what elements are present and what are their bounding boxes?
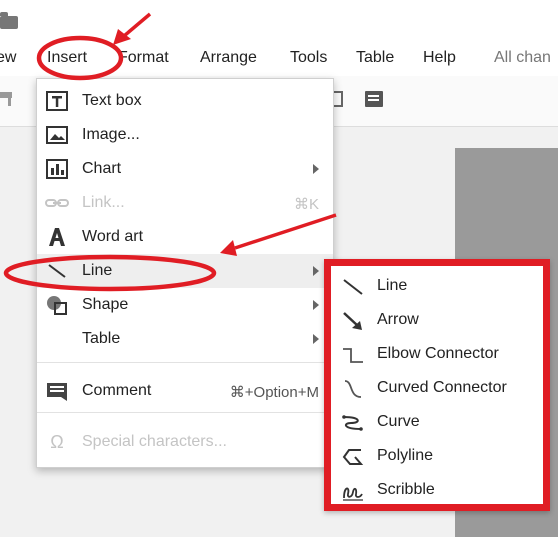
curve-icon xyxy=(342,415,363,431)
menu-item-shape[interactable]: Shape xyxy=(37,288,333,322)
comment-icon xyxy=(47,383,67,401)
menu-item-special-characters[interactable]: Ω Special characters... xyxy=(37,425,333,459)
submenu-item-curved-connector[interactable]: Curved Connector xyxy=(331,372,543,406)
menu-item-label: Table xyxy=(82,330,121,347)
image-icon xyxy=(46,126,68,144)
polyline-icon xyxy=(342,449,364,465)
menu-item-line[interactable]: Line xyxy=(37,254,333,288)
submenu-item-label: Curve xyxy=(377,413,420,430)
menu-view[interactable]: ew xyxy=(0,49,16,67)
shape-icon xyxy=(47,296,67,315)
menu-insert[interactable]: Insert xyxy=(47,49,87,67)
menu-item-label: Chart xyxy=(82,160,122,177)
submenu-item-label: Scribble xyxy=(377,481,435,498)
submenu-item-arrow[interactable]: Arrow xyxy=(331,304,543,338)
menu-item-label: Link... xyxy=(82,194,125,211)
text-box-icon xyxy=(46,91,68,111)
menu-item-label: Image... xyxy=(82,126,140,143)
menu-item-word-art[interactable]: Word art xyxy=(37,220,333,254)
menu-item-comment[interactable]: Comment ⌘+Option+M xyxy=(37,374,333,408)
title-bar xyxy=(0,0,558,40)
curved-connector-icon xyxy=(344,380,362,398)
menu-item-link[interactable]: Link... ⌘K xyxy=(37,186,333,220)
folder-icon[interactable] xyxy=(0,12,18,29)
chart-icon xyxy=(46,159,68,179)
submenu-item-scribble[interactable]: Scribble xyxy=(331,474,543,508)
line-icon xyxy=(48,264,66,278)
submenu-item-label: Line xyxy=(377,277,408,294)
all-changes-saved-status: All chan xyxy=(494,49,551,66)
submenu-item-label: Curved Connector xyxy=(377,379,507,396)
menu-table[interactable]: Table xyxy=(356,49,394,67)
submenu-arrow-icon xyxy=(313,334,319,344)
comment-toolbar-icon[interactable] xyxy=(364,90,384,108)
submenu-item-label: Arrow xyxy=(377,311,419,328)
menu-item-label: Text box xyxy=(82,92,142,109)
scribble-icon xyxy=(343,487,363,501)
submenu-arrow-icon xyxy=(313,300,319,310)
menu-item-label: Comment xyxy=(82,382,152,399)
menu-item-label: Line xyxy=(82,262,113,279)
menu-divider xyxy=(37,362,333,363)
submenu-item-line[interactable]: Line xyxy=(331,270,543,304)
menu-item-image[interactable]: Image... xyxy=(37,118,333,152)
omega-icon: Ω xyxy=(50,432,64,452)
elbow-connector-icon xyxy=(343,348,363,363)
menu-help[interactable]: Help xyxy=(423,49,456,67)
submenu-item-curve[interactable]: Curve xyxy=(331,406,543,440)
menu-arrange[interactable]: Arrange xyxy=(200,49,257,67)
menu-bar: ew Insert Format Arrange Tools Table Hel… xyxy=(0,40,558,76)
menu-item-label: Word art xyxy=(82,228,144,245)
word-art-icon xyxy=(49,228,65,246)
menu-item-shortcut: ⌘+Option+M xyxy=(229,384,319,401)
menu-item-table[interactable]: Table xyxy=(37,322,333,356)
paint-format-icon[interactable] xyxy=(0,90,20,108)
link-icon xyxy=(45,199,69,207)
menu-item-shortcut: ⌘K xyxy=(293,196,319,213)
submenu-arrow-icon xyxy=(313,164,319,174)
submenu-item-label: Polyline xyxy=(377,447,434,464)
menu-tools[interactable]: Tools xyxy=(290,49,327,67)
arrow-icon xyxy=(343,312,362,330)
menu-item-chart[interactable]: Chart xyxy=(37,152,333,186)
submenu-item-elbow-connector[interactable]: Elbow Connector xyxy=(331,338,543,372)
insert-menu: Text box Image... Chart Link... ⌘K Word … xyxy=(36,78,334,468)
menu-item-label: Shape xyxy=(82,296,129,313)
submenu-item-label: Elbow Connector xyxy=(377,345,499,362)
menu-item-label: Special characters... xyxy=(82,433,227,450)
line-submenu: Line Arrow Elbow Connector Curved Connec… xyxy=(324,259,550,511)
submenu-item-polyline[interactable]: Polyline xyxy=(331,440,543,474)
menu-format[interactable]: Format xyxy=(118,49,169,67)
menu-divider xyxy=(37,412,333,413)
line-icon xyxy=(343,279,363,295)
menu-item-text-box[interactable]: Text box xyxy=(37,84,333,118)
submenu-arrow-icon xyxy=(313,266,319,276)
